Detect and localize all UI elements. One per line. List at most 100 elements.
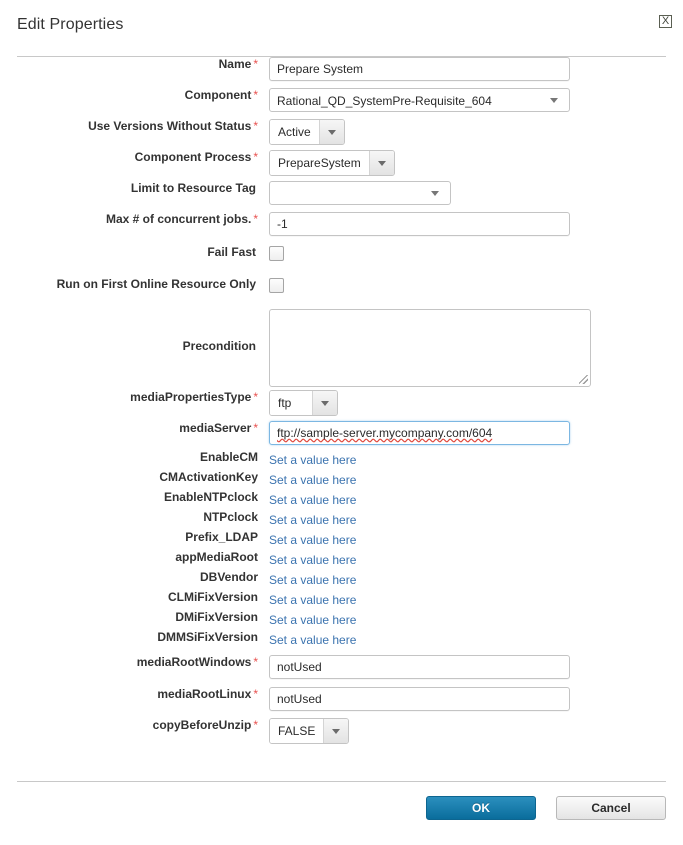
field-component-process: PrepareSystem: [262, 150, 683, 176]
ok-button[interactable]: OK: [426, 796, 536, 820]
dialog-footer: OK Cancel: [0, 795, 683, 821]
label-max-concurrent-jobs: Max # of concurrent jobs. *: [0, 212, 262, 226]
copy-before-unzip-value: FALSE: [270, 719, 324, 743]
component-select-value: Rational_QD_SystemPre-Requisite_604: [277, 94, 492, 108]
set-value-link[interactable]: Set a value here: [269, 553, 356, 567]
set-value-link[interactable]: Set a value here: [269, 613, 356, 627]
media-properties-type-select[interactable]: ftp: [269, 390, 338, 416]
label-name: Name *: [0, 57, 262, 71]
component-process-value: PrepareSystem: [270, 151, 369, 175]
field-media-properties-type: ftp: [262, 390, 683, 416]
field-max-concurrent-jobs: [262, 212, 683, 236]
media-server-input-value: ftp://sample-server.mycompany.com/604: [277, 426, 493, 440]
set-value-link[interactable]: Set a value here: [269, 633, 356, 647]
required-marker: *: [253, 57, 258, 71]
use-versions-without-status-value: Active: [270, 120, 319, 144]
set-value-link[interactable]: Set a value here: [269, 453, 356, 467]
dialog-header: Edit Properties X: [0, 0, 683, 57]
chevron-down-icon[interactable]: [318, 120, 344, 144]
label-media-server-text: mediaServer: [179, 421, 252, 435]
label-dbvendor: DBVendor: [199, 570, 258, 584]
field-clmifixversion: Set a value here: [262, 590, 683, 610]
chevron-down-icon[interactable]: [323, 719, 349, 743]
unset-properties-list: EnableCM Set a value here CMActivationKe…: [0, 450, 683, 650]
field-media-server: ftp://sample-server.mycompany.com/604: [262, 421, 683, 445]
required-marker: *: [253, 150, 258, 164]
required-marker: *: [253, 718, 258, 732]
label-media-server: mediaServer *: [0, 421, 262, 435]
field-ntpclock: Set a value here: [262, 510, 683, 530]
list-item: DMMSiFixVersion Set a value here: [0, 630, 683, 650]
field-prefix-ldap: Set a value here: [262, 530, 683, 550]
set-value-link[interactable]: Set a value here: [269, 513, 356, 527]
field-limit-to-resource-tag: [262, 181, 683, 205]
media-root-windows-input[interactable]: [269, 655, 570, 679]
form-row-copy-before-unzip: copyBeforeUnzip * FALSE: [0, 718, 683, 749]
required-marker: *: [253, 212, 258, 226]
media-properties-type-value: ftp: [270, 391, 312, 415]
set-value-link[interactable]: Set a value here: [269, 533, 356, 547]
component-process-select[interactable]: PrepareSystem: [269, 150, 395, 176]
label-component-process-text: Component Process: [134, 150, 252, 164]
label-media-root-windows-text: mediaRootWindows: [136, 655, 252, 669]
close-icon[interactable]: X: [659, 15, 672, 28]
field-name: [262, 57, 683, 81]
copy-before-unzip-select[interactable]: FALSE: [269, 718, 350, 744]
label-media-root-windows: mediaRootWindows *: [0, 655, 262, 669]
label-media-properties-type: mediaPropertiesType *: [0, 390, 262, 404]
limit-to-resource-tag-select[interactable]: [269, 181, 451, 205]
form-row-media-root-windows: mediaRootWindows *: [0, 650, 683, 687]
label-prefix-ldap: Prefix_LDAP: [185, 530, 258, 544]
form-row-run-on-first-online-resource-only: Run on First Online Resource Only: [0, 275, 683, 307]
cancel-button[interactable]: Cancel: [556, 796, 666, 820]
label-component-text: Component: [184, 88, 252, 102]
label-fail-fast: Fail Fast: [0, 243, 262, 259]
field-cmactivationkey: Set a value here: [262, 470, 683, 490]
label-copy-before-unzip-text: copyBeforeUnzip: [152, 718, 252, 732]
chevron-down-icon[interactable]: [312, 391, 337, 415]
label-media-root-linux: mediaRootLinux *: [0, 687, 262, 701]
label-name-text: Name: [218, 57, 252, 71]
form-row-limit-to-resource-tag: Limit to Resource Tag: [0, 181, 683, 212]
form-row-media-server: mediaServer * ftp://sample-server.mycompa…: [0, 421, 683, 450]
form-row-component: Component * Rational_QD_SystemPre-Requisi…: [0, 88, 683, 119]
list-item: EnableCM Set a value here: [0, 450, 683, 470]
field-appmediaroot: Set a value here: [262, 550, 683, 570]
list-item: CLMiFixVersion Set a value here: [0, 590, 683, 610]
label-component-process: Component Process *: [0, 150, 262, 164]
precondition-textarea[interactable]: [269, 309, 591, 387]
label-precondition: Precondition: [0, 307, 262, 353]
label-clmifixversion: CLMiFixVersion: [167, 590, 258, 604]
list-item: DBVendor Set a value here: [0, 570, 683, 590]
set-value-link[interactable]: Set a value here: [269, 473, 356, 487]
label-use-versions-without-status: Use Versions Without Status *: [0, 119, 262, 133]
label-run-on-first-online-resource-only: Run on First Online Resource Only: [0, 275, 262, 291]
properties-form: Name* Component* Rational_QD_SystemPre-R…: [0, 57, 683, 749]
form-row-use-versions-without-status: Use Versions Without Status * Active: [0, 119, 683, 150]
label-media-properties-type-text: mediaPropertiesType: [130, 390, 252, 404]
set-value-link[interactable]: Set a value here: [269, 573, 356, 587]
field-fail-fast: [262, 243, 683, 261]
component-select[interactable]: Rational_QD_SystemPre-Requisite_604: [269, 88, 570, 112]
media-server-input[interactable]: ftp://sample-server.mycompany.com/604: [269, 421, 570, 445]
label-ntpclock: NTPclock: [203, 510, 258, 524]
label-precondition-text: Precondition: [182, 339, 256, 353]
set-value-link[interactable]: Set a value here: [269, 493, 356, 507]
label-dmifixversion: DMiFixVersion: [175, 610, 258, 624]
chevron-down-icon[interactable]: [368, 151, 394, 175]
field-enablentpclock: Set a value here: [262, 490, 683, 510]
name-input[interactable]: [269, 57, 570, 81]
use-versions-without-status-select[interactable]: Active: [269, 119, 345, 145]
media-root-linux-input[interactable]: [269, 687, 570, 711]
fail-fast-checkbox[interactable]: [269, 246, 284, 261]
form-row-max-concurrent-jobs: Max # of concurrent jobs. *: [0, 212, 683, 243]
list-item: EnableNTPclock Set a value here: [0, 490, 683, 510]
set-value-link[interactable]: Set a value here: [269, 593, 356, 607]
field-media-root-linux: [262, 687, 683, 711]
list-item: NTPclock Set a value here: [0, 510, 683, 530]
label-media-root-linux-text: mediaRootLinux: [157, 687, 252, 701]
field-use-versions-without-status: Active: [262, 119, 683, 145]
max-concurrent-jobs-input[interactable]: [269, 212, 570, 236]
run-on-first-online-resource-only-checkbox[interactable]: [269, 278, 284, 293]
form-row-component-process: Component Process * PrepareSystem: [0, 150, 683, 181]
